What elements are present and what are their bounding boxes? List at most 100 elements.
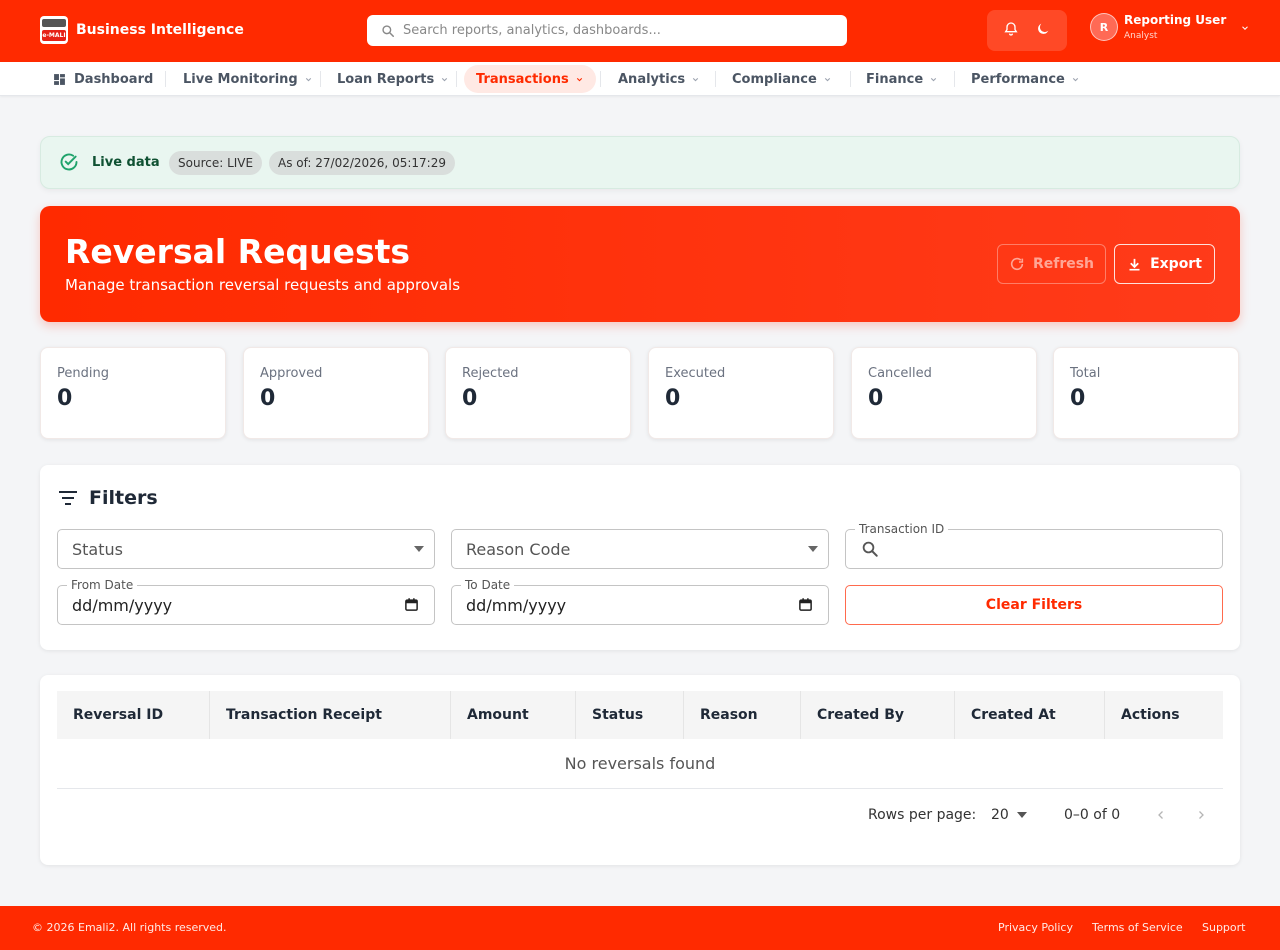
avatar: R — [1090, 13, 1118, 41]
search-input[interactable] — [403, 23, 823, 38]
chevron-down-icon[interactable] — [1240, 18, 1250, 37]
main-nav: Dashboard Live Monitoring Loan Reports T… — [0, 62, 1280, 96]
column-header-transaction-receipt[interactable]: Transaction Receipt — [210, 691, 451, 739]
column-header-amount[interactable]: Amount — [451, 691, 576, 739]
privacy-policy-link[interactable]: Privacy Policy — [998, 921, 1073, 934]
stat-label: Total — [1070, 366, 1101, 381]
reversals-table-card: Reversal ID Transaction Receipt Amount S… — [40, 675, 1240, 865]
clear-filters-button[interactable]: Clear Filters — [845, 585, 1223, 625]
stat-value: 0 — [1070, 386, 1086, 411]
export-button[interactable]: Export — [1114, 244, 1215, 284]
column-header-created-by[interactable]: Created By — [801, 691, 955, 739]
live-data-banner: Live data Source: LIVE As of: 27/02/2026… — [40, 136, 1240, 189]
chevron-left-icon — [1158, 811, 1163, 819]
support-link[interactable]: Support — [1202, 921, 1245, 934]
notifications-bell-icon[interactable] — [1003, 21, 1019, 41]
brand[interactable]: e-MALI Business Intelligence — [40, 16, 244, 44]
user-role: Analyst — [1124, 31, 1158, 41]
chevron-down-icon — [305, 77, 311, 81]
footer: © 2026 Emali2. All rights reserved. Priv… — [0, 906, 1280, 950]
stat-card-approved: Approved 0 — [243, 347, 429, 439]
search-icon — [862, 541, 878, 557]
chevron-down-icon — [576, 77, 582, 81]
filters-panel: Filters Status Reason Code Transaction I… — [40, 465, 1240, 650]
from-date-value: dd/mm/yyyy — [72, 595, 173, 615]
stat-label: Approved — [260, 366, 323, 381]
calendar-icon[interactable] — [798, 597, 813, 612]
stat-card-rejected: Rejected 0 — [445, 347, 631, 439]
nav-item-label: Compliance — [732, 71, 817, 87]
refresh-label: Refresh — [1032, 256, 1095, 272]
nav-item-performance[interactable]: Performance — [971, 65, 1080, 93]
nav-item-transactions[interactable]: Transactions — [464, 65, 596, 93]
stat-label: Cancelled — [868, 366, 932, 381]
refresh-icon — [1010, 257, 1024, 271]
status-select[interactable]: Status — [57, 529, 435, 569]
previous-page-button[interactable] — [1155, 803, 1167, 827]
column-header-created-at[interactable]: Created At — [955, 691, 1105, 739]
chevron-down-icon — [1072, 77, 1079, 81]
stat-label: Rejected — [462, 366, 519, 381]
column-header-actions: Actions — [1121, 707, 1180, 723]
user-menu[interactable]: R Reporting User Analyst — [1090, 13, 1250, 41]
caret-down-icon — [1016, 812, 1027, 818]
status-placeholder: Status — [72, 539, 123, 559]
brand-name: Business Intelligence — [76, 22, 244, 38]
rows-per-page-label: Rows per page: — [868, 807, 977, 823]
caret-down-icon — [414, 546, 424, 552]
table-header: Reversal ID Transaction Receipt Amount S… — [57, 691, 1223, 739]
dark-mode-moon-icon[interactable] — [1035, 21, 1051, 41]
stat-card-cancelled: Cancelled 0 — [851, 347, 1037, 439]
nav-item-compliance[interactable]: Compliance — [732, 65, 832, 93]
nav-item-dashboard[interactable]: Dashboard — [53, 65, 153, 93]
stat-card-executed: Executed 0 — [648, 347, 834, 439]
empty-state-message: No reversals found — [57, 739, 1223, 789]
to-date-value: dd/mm/yyyy — [466, 595, 567, 615]
column-header-status[interactable]: Status — [576, 691, 684, 739]
logo-text: e-MALI — [42, 30, 66, 41]
stat-label: Pending — [57, 366, 109, 381]
pagination-range: 0–0 of 0 — [1064, 807, 1121, 823]
header-icon-group — [987, 10, 1067, 51]
nav-item-loan-reports[interactable]: Loan Reports — [337, 65, 449, 93]
reason-code-select[interactable]: Reason Code — [451, 529, 829, 569]
column-header-reason[interactable]: Reason — [684, 691, 801, 739]
global-search[interactable] — [367, 15, 847, 46]
nav-item-live-monitoring[interactable]: Live Monitoring — [183, 65, 313, 93]
page-subtitle: Manage transaction reversal requests and… — [65, 276, 461, 294]
nav-item-finance[interactable]: Finance — [866, 65, 938, 93]
page-title: Reversal Requests — [65, 232, 411, 271]
stat-card-total: Total 0 — [1053, 347, 1239, 439]
nav-item-analytics[interactable]: Analytics — [618, 65, 700, 93]
stat-value: 0 — [260, 386, 276, 411]
download-icon — [1129, 258, 1140, 270]
transaction-id-field[interactable]: Transaction ID — [845, 522, 1223, 569]
live-data-label: Live data — [92, 155, 160, 170]
as-of-chip: As of: 27/02/2026, 05:17:29 — [269, 151, 455, 175]
stat-value: 0 — [462, 386, 478, 411]
column-header-reversal-id[interactable]: Reversal ID — [57, 691, 210, 739]
source-chip: Source: LIVE — [169, 151, 263, 175]
stat-value: 0 — [868, 386, 884, 411]
top-bar: e-MALI Business Intelligence R Reporting… — [0, 0, 1280, 62]
chevron-down-icon — [692, 77, 699, 81]
caret-down-icon — [808, 546, 818, 552]
check-circle-icon — [60, 153, 78, 171]
from-date-field[interactable]: From Date dd/mm/yyyy — [57, 578, 435, 625]
to-date-field[interactable]: To Date dd/mm/yyyy — [451, 578, 829, 625]
export-label: Export — [1150, 256, 1202, 272]
rows-per-page-select[interactable]: 20 — [991, 803, 1027, 827]
nav-item-label: Analytics — [618, 71, 686, 87]
calendar-icon[interactable] — [404, 597, 419, 612]
nav-item-label: Finance — [866, 71, 924, 87]
rows-per-page-value: 20 — [991, 807, 1009, 823]
page-header-banner: Reversal Requests Manage transaction rev… — [40, 206, 1240, 322]
nav-item-label: Transactions — [476, 71, 569, 87]
brand-logo: e-MALI — [40, 16, 68, 44]
terms-of-service-link[interactable]: Terms of Service — [1092, 921, 1183, 934]
filter-list-icon — [59, 491, 77, 505]
next-page-button[interactable] — [1195, 803, 1207, 827]
refresh-button[interactable]: Refresh — [997, 244, 1106, 284]
stat-value: 0 — [57, 386, 73, 411]
chevron-down-icon — [824, 77, 830, 81]
